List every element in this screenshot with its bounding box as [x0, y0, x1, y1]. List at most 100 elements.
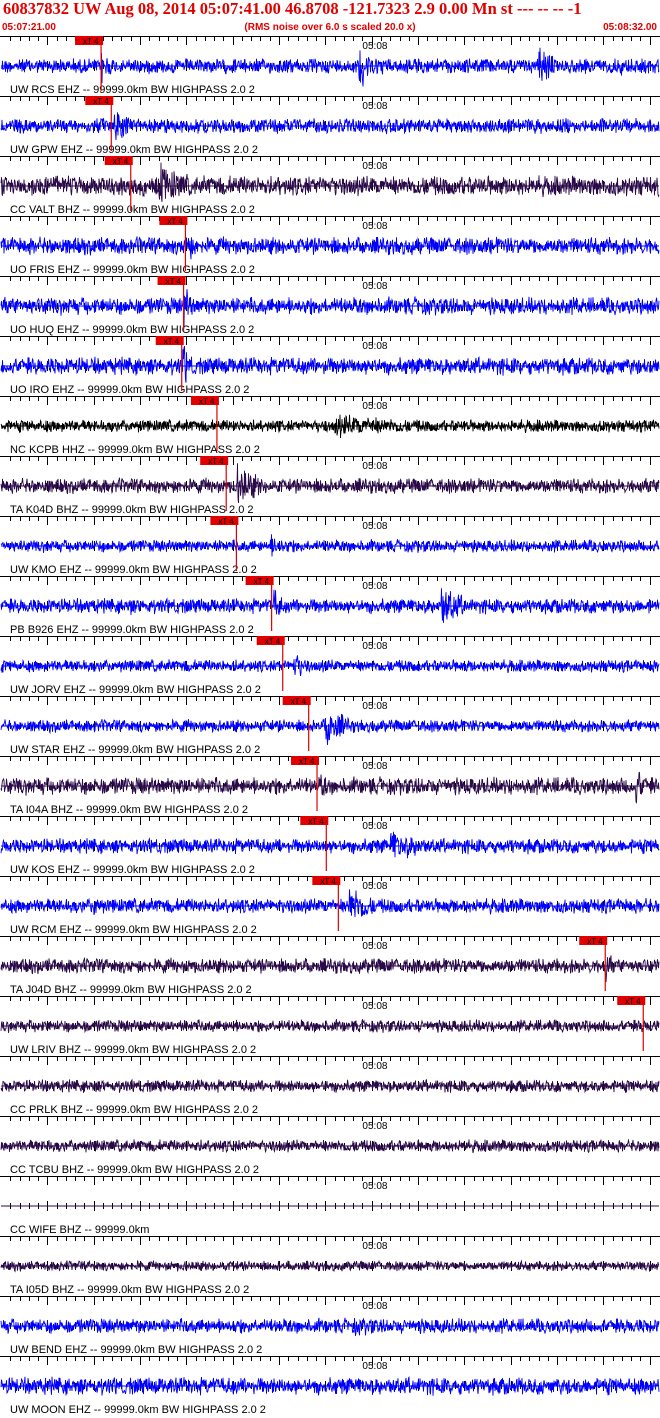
- pick-flag-label: xT 4: [625, 997, 641, 1006]
- waveform: [0, 1317, 660, 1337]
- trace-panel: 05:08 TA J04D BHZ -- 99999.0km BW HIGHPAS…: [0, 936, 660, 996]
- pick-flag-label: xT 4: [167, 217, 183, 226]
- trace-label: UO IRO EHZ -- 99999.0km BW HIGHPASS 2.0 …: [10, 384, 249, 396]
- pick-flag-label: xT 4: [299, 757, 315, 766]
- pick-flag-label: xT 4: [83, 37, 99, 46]
- waveform: [0, 47, 660, 87]
- minute-tick-label: 05:08: [362, 701, 387, 712]
- trace-label: TA I05D BHZ -- 99999.0km BW HIGHPASS 2.0…: [10, 1284, 249, 1296]
- pick-flag-label: xT 4: [308, 817, 324, 826]
- trace-panel: 05:08 UW GPW EHZ -- 99999.0km BW HIGHPASS…: [0, 96, 660, 156]
- trace-label: PB B926 EHZ -- 99999.0km BW HIGHPASS 2.0…: [10, 624, 254, 636]
- minute-tick-label: 05:08: [362, 1301, 387, 1312]
- minute-tick-label: 05:08: [362, 461, 387, 472]
- trace-label: CC VALT BHZ -- 99999.0km BW HIGHPASS 2.0…: [10, 204, 255, 216]
- waveform: [0, 713, 660, 746]
- trace-panel: 05:08 UW STAR EHZ -- 99999.0km BW HIGHPAS…: [0, 696, 660, 756]
- waveform: [0, 889, 660, 918]
- waveform: [0, 289, 660, 329]
- pick-flag-label: xT 4: [587, 937, 603, 946]
- trace-panel: 05:08 UW JORV EHZ -- 99999.0km BW HIGHPAS…: [0, 636, 660, 696]
- minute-tick-label: 05:08: [362, 341, 387, 352]
- trace-label: TA J04D BHZ -- 99999.0km BW HIGHPASS 2.0…: [10, 984, 252, 996]
- trace-label: UW KMO EHZ -- 99999.0km BW HIGHPASS 2.0 …: [10, 564, 257, 576]
- minute-tick-label: 05:08: [362, 161, 387, 172]
- end-time-label: 05:08:32.00: [603, 22, 657, 33]
- trace-panel: 05:08 UO FRIS EHZ -- 99999.0km BW HIGHPAS…: [0, 216, 660, 276]
- trace-panel: 05:08 CC TCBU BHZ -- 99999.0km BW HIGHPAS…: [0, 1116, 660, 1176]
- trace-panel: 05:08 PB B926 EHZ -- 99999.0km BW HIGHPAS…: [0, 576, 660, 636]
- trace-label: UW JORV EHZ -- 99999.0km BW HIGHPASS 2.0…: [10, 684, 261, 696]
- trace-panel: 05:08 NC KCPB HHZ -- 99999.0km BW HIGHPAS…: [0, 396, 660, 456]
- minute-tick-label: 05:08: [362, 881, 387, 892]
- pick-flag-label: xT 4: [166, 277, 182, 286]
- trace-label: TA K04D BHZ -- 99999.0km BW HIGHPASS 2.0…: [10, 504, 254, 516]
- trace-label: NC KCPB HHZ -- 99999.0km BW HIGHPASS 2.0…: [10, 444, 260, 456]
- trace-panel: 05:08 UW KOS EHZ -- 99999.0km BW HIGHPASS…: [0, 816, 660, 876]
- trace-label: UW RCS EHZ -- 99999.0km BW HIGHPASS 2.0 …: [10, 84, 255, 96]
- trace-panel: 05:08 UW LRIV BHZ -- 99999.0km BW HIGHPAS…: [0, 996, 660, 1056]
- seismogram-traces: 05:08 UW RCS EHZ -- 99999.0km BW HIGHPASS…: [0, 36, 660, 1416]
- minute-tick-label: 05:08: [362, 821, 387, 832]
- waveform: [0, 771, 660, 804]
- waveform: [0, 831, 660, 859]
- plot-header: 60837832 UW Aug 08, 2014 05:07:41.00 46.…: [0, 0, 660, 36]
- minute-tick-label: 05:08: [362, 941, 387, 952]
- pick-flag-label: xT 4: [254, 577, 270, 586]
- minute-tick-label: 05:08: [362, 41, 387, 52]
- trace-label: UW LRIV BHZ -- 99999.0km BW HIGHPASS 2.0…: [10, 1044, 256, 1056]
- minute-tick-label: 05:08: [362, 101, 387, 112]
- trace-label: CC TCBU BHZ -- 99999.0km BW HIGHPASS 2.0…: [10, 1164, 259, 1176]
- pick-flag-label: xT 4: [291, 697, 307, 706]
- trace-panel: 05:08 CC PRLK BHZ -- 99999.0km BW HIGHPAS…: [0, 1056, 660, 1116]
- minute-tick-label: 05:08: [362, 761, 387, 772]
- minute-tick-label: 05:08: [362, 581, 387, 592]
- trace-label: UW BEND EHZ -- 99999.0km BW HIGHPASS 2.0…: [10, 1344, 262, 1356]
- waveform: [0, 534, 660, 557]
- trace-panel: 05:08 UW MOON EHZ -- 99999.0km BW HIGHPAS…: [0, 1356, 660, 1416]
- trace-panel: 05:08 CC VALT BHZ -- 99999.0km BW HIGHPAS…: [0, 156, 660, 216]
- pick-flag-label: xT 4: [164, 337, 180, 346]
- waveform: [0, 345, 660, 383]
- waveform: [0, 955, 660, 983]
- trace-panel: 05:08 TA I05D BHZ -- 99999.0km BW HIGHPAS…: [0, 1236, 660, 1296]
- minute-tick-label: 05:08: [362, 1181, 387, 1192]
- trace-panel: 05:08 TA I04A BHZ -- 99999.0km BW HIGHPAS…: [0, 756, 660, 816]
- trace-label: UW STAR EHZ -- 99999.0km BW HIGHPASS 2.0…: [10, 744, 260, 756]
- trace-label: CC WIFE BHZ -- 99999.0km: [10, 1224, 149, 1236]
- trace-panel: 05:08 UW RCS EHZ -- 99999.0km BW HIGHPASS…: [0, 36, 660, 96]
- trace-label: UO FRIS EHZ -- 99999.0km BW HIGHPASS 2.0…: [10, 264, 255, 276]
- waveform: [0, 463, 660, 504]
- minute-tick-label: 05:08: [362, 401, 387, 412]
- minute-tick-label: 05:08: [362, 221, 387, 232]
- waveform: [0, 236, 660, 260]
- pick-flag-label: xT 4: [265, 637, 281, 646]
- noise-note: (RMS noise over 6.0 s scaled 20.0 x): [244, 22, 416, 33]
- trace-label: UW KOS EHZ -- 99999.0km BW HIGHPASS 2.0 …: [10, 864, 255, 876]
- waveform: [0, 162, 660, 202]
- pick-flag-label: xT 4: [218, 517, 234, 526]
- minute-tick-label: 05:08: [362, 641, 387, 652]
- trace-label: UW MOON EHZ -- 99999.0km BW HIGHPASS 2.0…: [10, 1404, 266, 1416]
- trace-label: TA I04A BHZ -- 99999.0km BW HIGHPASS 2.0…: [10, 804, 248, 816]
- minute-tick-label: 05:08: [362, 1061, 387, 1072]
- trace-panel: 05:08 CC WIFE BHZ -- 99999.0km: [0, 1176, 660, 1236]
- plot-title: 60837832 UW Aug 08, 2014 05:07:41.00 46.…: [3, 0, 582, 18]
- trace-label: CC PRLK BHZ -- 99999.0km BW HIGHPASS 2.0…: [10, 1104, 258, 1116]
- minute-tick-label: 05:08: [362, 1241, 387, 1252]
- pick-flag-label: xT 4: [320, 877, 336, 886]
- trace-panel: 05:08 UW BEND EHZ -- 99999.0km BW HIGHPAS…: [0, 1296, 660, 1356]
- minute-tick-label: 05:08: [362, 1121, 387, 1132]
- trace-label: UW RCM EHZ -- 99999.0km BW HIGHPASS 2.0 …: [10, 924, 257, 936]
- minute-tick-label: 05:08: [362, 521, 387, 532]
- pick-flag-label: xT 4: [93, 97, 109, 106]
- trace-panel: 05:08 UO HUQ EHZ -- 99999.0km BW HIGHPASS…: [0, 276, 660, 336]
- minute-tick-label: 05:08: [362, 1361, 387, 1372]
- pick-flag-label: xT 4: [199, 397, 215, 406]
- trace-panel: 05:08 UW KMO EHZ -- 99999.0km BW HIGHPASS…: [0, 516, 660, 576]
- trace-panel: 05:08 TA K04D BHZ -- 99999.0km BW HIGHPAS…: [0, 456, 660, 516]
- pick-flag-label: xT 4: [113, 157, 129, 166]
- trace-label: UO HUQ EHZ -- 99999.0km BW HIGHPASS 2.0 …: [10, 324, 254, 336]
- pick-flag-label: xT 4: [208, 457, 224, 466]
- minute-tick-label: 05:08: [362, 1001, 387, 1012]
